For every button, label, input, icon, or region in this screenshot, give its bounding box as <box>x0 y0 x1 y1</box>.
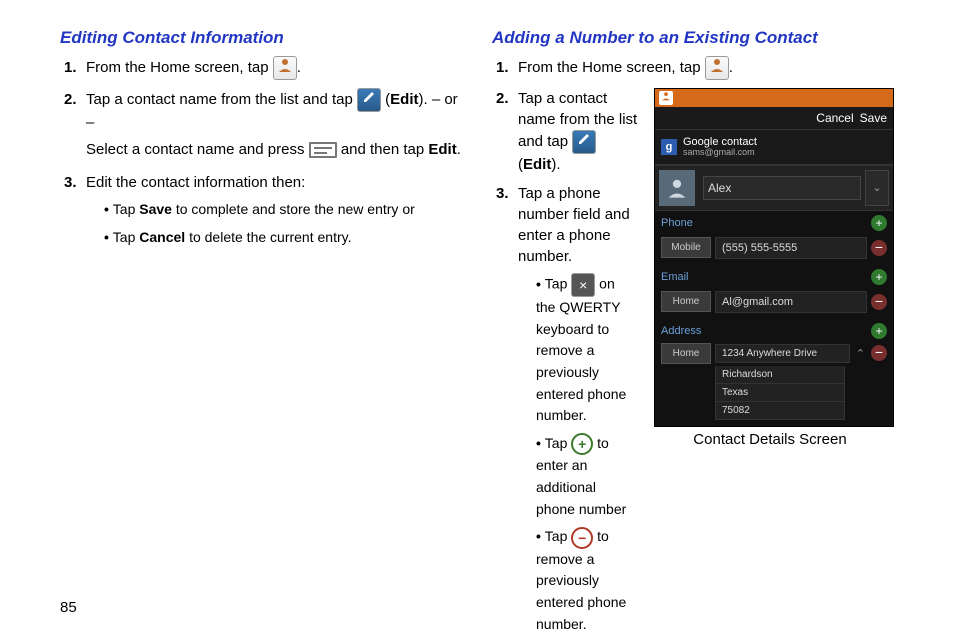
right-column: Adding a Number to an Existing Contact 1… <box>492 28 894 644</box>
save-button[interactable]: Save <box>860 111 887 125</box>
right-step-3: 3.Tap a phone number field and enter a p… <box>518 183 638 636</box>
phone-section-header: Phone + <box>655 211 893 235</box>
remove-email-button[interactable]: − <box>871 294 887 310</box>
menu-icon <box>309 142 337 158</box>
cancel-button[interactable]: Cancel <box>816 111 853 125</box>
adding-heading: Adding a Number to an Existing Contact <box>492 28 894 48</box>
phone-section-label: Phone <box>661 217 693 229</box>
editing-heading: Editing Contact Information <box>60 28 462 48</box>
left-bullet-cancel: Tap Cancel to delete the current entry. <box>104 227 462 249</box>
name-row: ⌄ <box>655 165 893 211</box>
right-step-2: 2.Tap a contact name from the list and t… <box>518 88 638 175</box>
address-row: Home 1234 Anywhere Drive ⌃ − Richardson … <box>655 343 893 426</box>
left-column: Editing Contact Information 1.From the H… <box>60 28 462 644</box>
address-section-label: Address <box>661 325 701 337</box>
remove-icon: − <box>571 527 593 549</box>
right-bullet-add: Tap + to enter an additional phone numbe… <box>536 433 638 520</box>
address-zip-field[interactable]: 75082 <box>715 402 845 420</box>
left-step-2: 2.Tap a contact name from the list and t… <box>86 88 462 160</box>
right-bullet-delete-key: Tap × on the QWERTY keyboard to remove a… <box>536 273 638 427</box>
phone-number-field[interactable]: (555) 555-5555 <box>715 237 867 259</box>
email-field[interactable]: Al@gmail.com <box>715 291 867 313</box>
left-step-3: 3.Edit the contact information then: Tap… <box>86 172 462 248</box>
edit-icon <box>357 88 381 112</box>
phone-row: Mobile (555) 555-5555 − <box>655 235 893 265</box>
contact-details-screen: Cancel Save g Google contact sams@gmail.… <box>654 88 894 427</box>
add-phone-button[interactable]: + <box>871 215 887 231</box>
right-step-1: 1.From the Home screen, tap . <box>518 56 894 80</box>
account-email-label: sams@gmail.com <box>683 148 757 158</box>
add-email-button[interactable]: + <box>871 269 887 285</box>
left-step-1: 1.From the Home screen, tap . <box>86 56 462 80</box>
email-section-label: Email <box>661 271 689 283</box>
person-icon <box>659 91 673 105</box>
remove-address-button[interactable]: − <box>871 345 887 361</box>
right-bullet-remove: Tap − to remove a previously entered pho… <box>536 526 638 635</box>
add-address-button[interactable]: + <box>871 323 887 339</box>
address-street-field[interactable]: 1234 Anywhere Drive <box>715 344 850 363</box>
address-type-picker[interactable]: Home <box>661 343 711 364</box>
remove-phone-button[interactable]: − <box>871 240 887 256</box>
contacts-icon <box>273 56 297 80</box>
keyboard-delete-icon: × <box>571 273 595 297</box>
account-row: g Google contact sams@gmail.com <box>655 130 893 165</box>
expand-name-button[interactable]: ⌄ <box>865 170 889 206</box>
add-icon: + <box>571 433 593 455</box>
action-bar: Cancel Save <box>655 107 893 130</box>
page-number: 85 <box>60 599 77 616</box>
address-section-header: Address + <box>655 319 893 343</box>
contact-photo[interactable] <box>659 170 695 206</box>
left-bullet-save: Tap Save to complete and store the new e… <box>104 199 462 221</box>
collapse-address-button[interactable]: ⌃ <box>854 347 867 360</box>
status-bar <box>655 89 893 107</box>
contact-details-figure: Cancel Save g Google contact sams@gmail.… <box>646 88 894 644</box>
email-section-header: Email + <box>655 265 893 289</box>
name-field[interactable] <box>703 176 861 200</box>
edit-icon <box>572 130 596 154</box>
email-row: Home Al@gmail.com − <box>655 289 893 319</box>
phone-type-picker[interactable]: Mobile <box>661 237 711 258</box>
email-type-picker[interactable]: Home <box>661 291 711 312</box>
address-state-field[interactable]: Texas <box>715 384 845 402</box>
address-city-field[interactable]: Richardson <box>715 366 845 384</box>
contacts-icon <box>705 56 729 80</box>
google-icon: g <box>661 139 677 155</box>
